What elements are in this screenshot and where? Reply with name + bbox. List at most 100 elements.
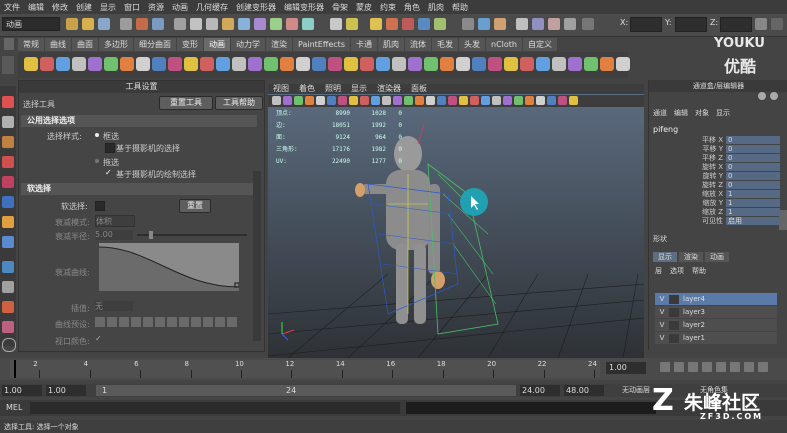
viewport-tool-icon[interactable] — [415, 96, 424, 105]
camera-paint-checkbox[interactable]: ✓ — [105, 169, 113, 177]
menu-set-dropdown[interactable]: 动画 — [2, 17, 60, 31]
menu-item[interactable]: 肌肉 — [424, 2, 448, 13]
menu-item[interactable]: 资源 — [144, 2, 168, 13]
viewport-tool-icon[interactable] — [503, 96, 512, 105]
attribute-value-field[interactable]: 1 — [726, 207, 780, 216]
render-view-icon[interactable] — [516, 18, 528, 30]
viewport-tool-icon[interactable] — [338, 96, 347, 105]
layer-color-swatch[interactable] — [669, 333, 679, 343]
layout-four-icon[interactable] — [2, 281, 14, 293]
viewport-menu-item[interactable]: 面板 — [406, 84, 432, 94]
y-field[interactable] — [675, 17, 707, 32]
rotate-tool-icon[interactable] — [2, 176, 14, 188]
new-scene-icon[interactable] — [66, 18, 78, 30]
step-back-icon[interactable] — [674, 362, 684, 372]
shelf-tool-icon[interactable] — [40, 57, 54, 71]
interp-dropdown[interactable]: 无 — [95, 301, 133, 311]
menu-item[interactable]: 约束 — [376, 2, 400, 13]
shelf-tool-icon[interactable] — [504, 57, 518, 71]
snap-point-icon[interactable] — [402, 18, 414, 30]
shelf-tab[interactable]: 卡通 — [351, 38, 377, 51]
shelf-tool-icon[interactable] — [120, 57, 134, 71]
x-field[interactable] — [630, 17, 662, 32]
tool-help-button[interactable]: 工具帮助 — [215, 96, 263, 110]
viewport-tool-icon[interactable] — [393, 96, 402, 105]
range-slider[interactable]: 1 24 — [96, 385, 516, 396]
channel-menu-item[interactable]: 编辑 — [674, 108, 688, 118]
layer-row[interactable]: Vlayer2 — [655, 319, 777, 331]
shelf-tab[interactable]: 肌肉 — [378, 38, 404, 51]
panel-scrollbar[interactable] — [253, 171, 261, 341]
layer-row[interactable]: Vlayer4 — [655, 293, 777, 305]
time-slider[interactable]: 2 4 6 8 10 12 14 16 18 20 22 24 1.00 — [0, 358, 787, 380]
viewport-tool-icon[interactable] — [272, 96, 281, 105]
menu-item[interactable]: 角色 — [400, 2, 424, 13]
shelf-tool-icon[interactable] — [328, 57, 342, 71]
viewport-tool-icon[interactable] — [283, 96, 292, 105]
step-forward-key-icon[interactable] — [730, 362, 740, 372]
shelf-tool-icon[interactable] — [440, 57, 454, 71]
shelf-tool-icon[interactable] — [584, 57, 598, 71]
current-time-marker[interactable] — [14, 360, 16, 378]
falloff-curve-graph[interactable] — [99, 243, 239, 291]
viewport-tool-icon[interactable] — [470, 96, 479, 105]
layer-tab[interactable]: 动画 — [705, 252, 729, 262]
select-rendering-icon[interactable] — [286, 18, 298, 30]
attribute-value-field[interactable]: 0 — [726, 135, 780, 144]
viewport-menu-item[interactable]: 显示 — [346, 84, 372, 94]
shelf-tool-icon[interactable] — [296, 57, 310, 71]
select-misc-icon[interactable] — [302, 18, 314, 30]
falloff-mode-dropdown[interactable]: 体积 — [95, 215, 135, 227]
construction-history-icon[interactable] — [494, 18, 506, 30]
shelf-tool-icon[interactable] — [424, 57, 438, 71]
menu-item[interactable]: 创建 — [72, 2, 96, 13]
shelf-tool-icon[interactable] — [168, 57, 182, 71]
shelf-tab[interactable]: PaintEffects — [293, 38, 350, 51]
shelf-tool-icon[interactable] — [392, 57, 406, 71]
shelf-tool-icon[interactable] — [184, 57, 198, 71]
select-component-icon[interactable] — [152, 18, 164, 30]
shelf-tool-icon[interactable] — [456, 57, 470, 71]
lasso-tool-icon[interactable] — [2, 116, 14, 128]
layer-visibility-toggle[interactable]: V — [655, 321, 669, 329]
attribute-value-field[interactable]: 0 — [726, 180, 780, 189]
shelf-tab[interactable]: 自定义 — [522, 38, 557, 51]
z-field[interactable] — [720, 17, 752, 32]
shelf-tab[interactable]: 动力学 — [231, 38, 265, 51]
viewport-tool-icon[interactable] — [426, 96, 435, 105]
snap-curve-icon[interactable] — [386, 18, 398, 30]
attribute-value-field[interactable]: 0 — [726, 144, 780, 153]
attribute-value-field[interactable]: 0 — [726, 153, 780, 162]
viewport-color-checkbox[interactable]: ✓ — [95, 335, 103, 343]
viewport-tool-icon[interactable] — [371, 96, 380, 105]
select-tool-icon[interactable] — [2, 96, 14, 108]
shelf-tool-icon[interactable] — [472, 57, 486, 71]
quick-layout-icon[interactable] — [2, 338, 16, 352]
viewport-tool-icon[interactable] — [349, 96, 358, 105]
menu-item[interactable]: 动画 — [168, 2, 192, 13]
viewport-tool-icon[interactable] — [481, 96, 490, 105]
shelf-tool-icon[interactable] — [376, 57, 390, 71]
menu-item[interactable]: 修改 — [48, 2, 72, 13]
layer-row[interactable]: Vlayer1 — [655, 332, 777, 344]
shelf-tool-icon[interactable] — [152, 57, 166, 71]
shelf-tool-icon[interactable] — [248, 57, 262, 71]
preset-button[interactable] — [167, 317, 177, 327]
select-deformations-icon[interactable] — [254, 18, 266, 30]
layer-visibility-toggle[interactable]: V — [655, 334, 669, 342]
viewport-tool-icon[interactable] — [448, 96, 457, 105]
camera-select-checkbox[interactable] — [105, 143, 115, 153]
viewport-tool-icon[interactable] — [294, 96, 303, 105]
layer-row[interactable]: Vlayer3 — [655, 306, 777, 318]
step-back-key-icon[interactable] — [688, 362, 698, 372]
layout-persp-outliner-icon[interactable] — [2, 301, 14, 313]
select-handles-icon[interactable] — [190, 18, 202, 30]
tool-settings-toggle-icon[interactable] — [771, 18, 783, 30]
perspective-viewport[interactable]: 顶点: 边: 面: 三角形: UV: 8990 18051 9124 17176 22490 1… — [268, 84, 644, 358]
shelf-tab[interactable]: nCloth — [486, 38, 522, 51]
layer-menu-item[interactable]: 选项 — [670, 266, 684, 276]
reset-tool-button[interactable]: 重置工具 — [159, 96, 213, 110]
preset-button[interactable] — [95, 317, 105, 327]
preset-button[interactable] — [143, 317, 153, 327]
shelf-tab[interactable]: 头发 — [459, 38, 485, 51]
